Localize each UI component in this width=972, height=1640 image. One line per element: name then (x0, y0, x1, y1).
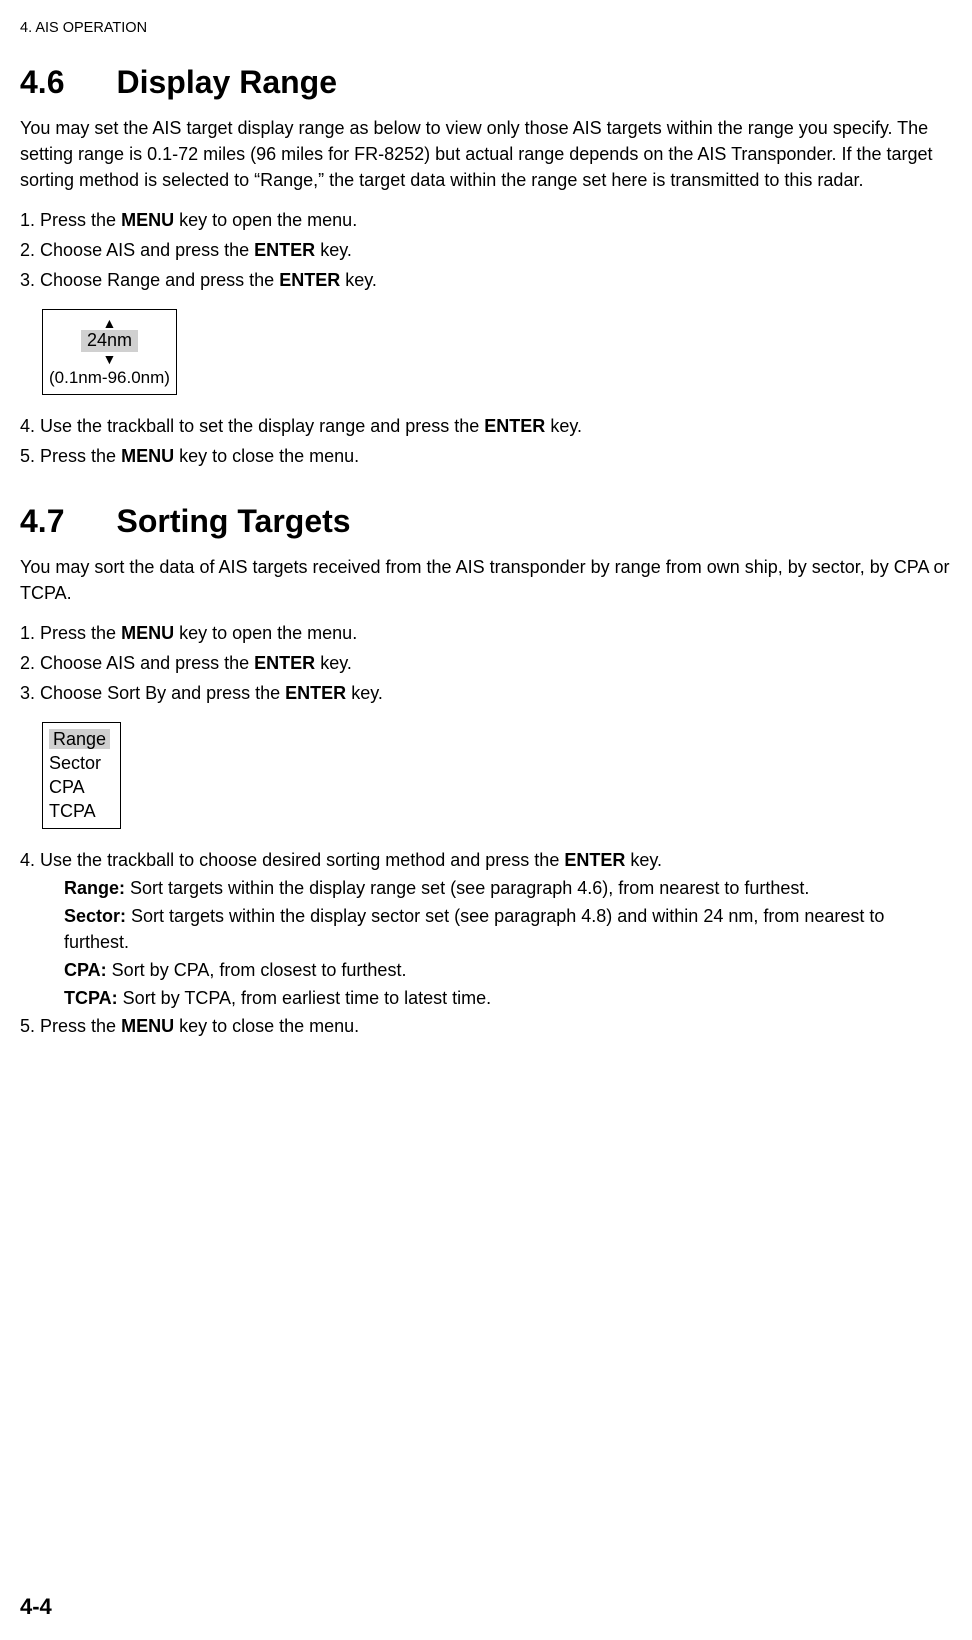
page-footer: 4-4 (20, 1594, 52, 1620)
list-item: 4. Use the trackball to choose desired s… (20, 847, 952, 1011)
range-value: 24nm (81, 330, 138, 352)
section-46-steps-first: 1. Press the MENU key to open the menu. … (20, 207, 952, 295)
section-46-heading: 4.6 Display Range (20, 64, 952, 101)
section-47-steps-first: 1. Press the MENU key to open the menu. … (20, 620, 952, 708)
up-arrow-icon: ▲ (49, 316, 170, 330)
section-47-title: Sorting Targets (116, 503, 350, 539)
sort-option-sector: Sector (49, 751, 110, 775)
list-item: 1. Press the MENU key to open the menu. (20, 207, 952, 235)
section-47-number: 4.7 (20, 503, 64, 540)
def-tcpa: TCPA: Sort by TCPA, from earliest time t… (64, 985, 952, 1011)
section-46-intro: You may set the AIS target display range… (20, 115, 952, 193)
section-46-title: Display Range (116, 64, 337, 100)
sort-options-box: Range Sector CPA TCPA (42, 722, 121, 829)
sort-option-cpa: CPA (49, 775, 110, 799)
section-46-steps-last: 4. Use the trackball to set the display … (20, 413, 952, 471)
list-item: 5. Press the MENU key to close the menu. (20, 443, 952, 471)
section-47-heading: 4.7 Sorting Targets (20, 503, 952, 540)
def-cpa: CPA: Sort by CPA, from closest to furthe… (64, 957, 952, 983)
list-item: 3. Choose Range and press the ENTER key. (20, 267, 952, 295)
sort-option-tcpa: TCPA (49, 799, 110, 823)
def-sector: Sector: Sort targets within the display … (64, 903, 952, 955)
section-46-number: 4.6 (20, 64, 64, 101)
def-range: Range: Sort targets within the display r… (64, 875, 952, 901)
section-47-intro: You may sort the data of AIS targets rec… (20, 554, 952, 606)
list-item: 5. Press the MENU key to close the menu. (20, 1013, 952, 1041)
page-header: 4. AIS OPERATION (20, 20, 952, 36)
list-item: 4. Use the trackball to set the display … (20, 413, 952, 441)
down-arrow-icon: ▼ (49, 352, 170, 366)
list-item: 3. Choose Sort By and press the ENTER ke… (20, 680, 952, 708)
section-47-steps-last: 4. Use the trackball to choose desired s… (20, 847, 952, 1041)
range-limits: (0.1nm-96.0nm) (49, 368, 170, 388)
sort-option-range: Range (49, 729, 110, 749)
list-item: 2. Choose AIS and press the ENTER key. (20, 237, 952, 265)
list-item: 2. Choose AIS and press the ENTER key. (20, 650, 952, 678)
range-diagram: ▲ 24nm ▼ (0.1nm-96.0nm) (42, 309, 177, 395)
list-item: 1. Press the MENU key to open the menu. (20, 620, 952, 648)
